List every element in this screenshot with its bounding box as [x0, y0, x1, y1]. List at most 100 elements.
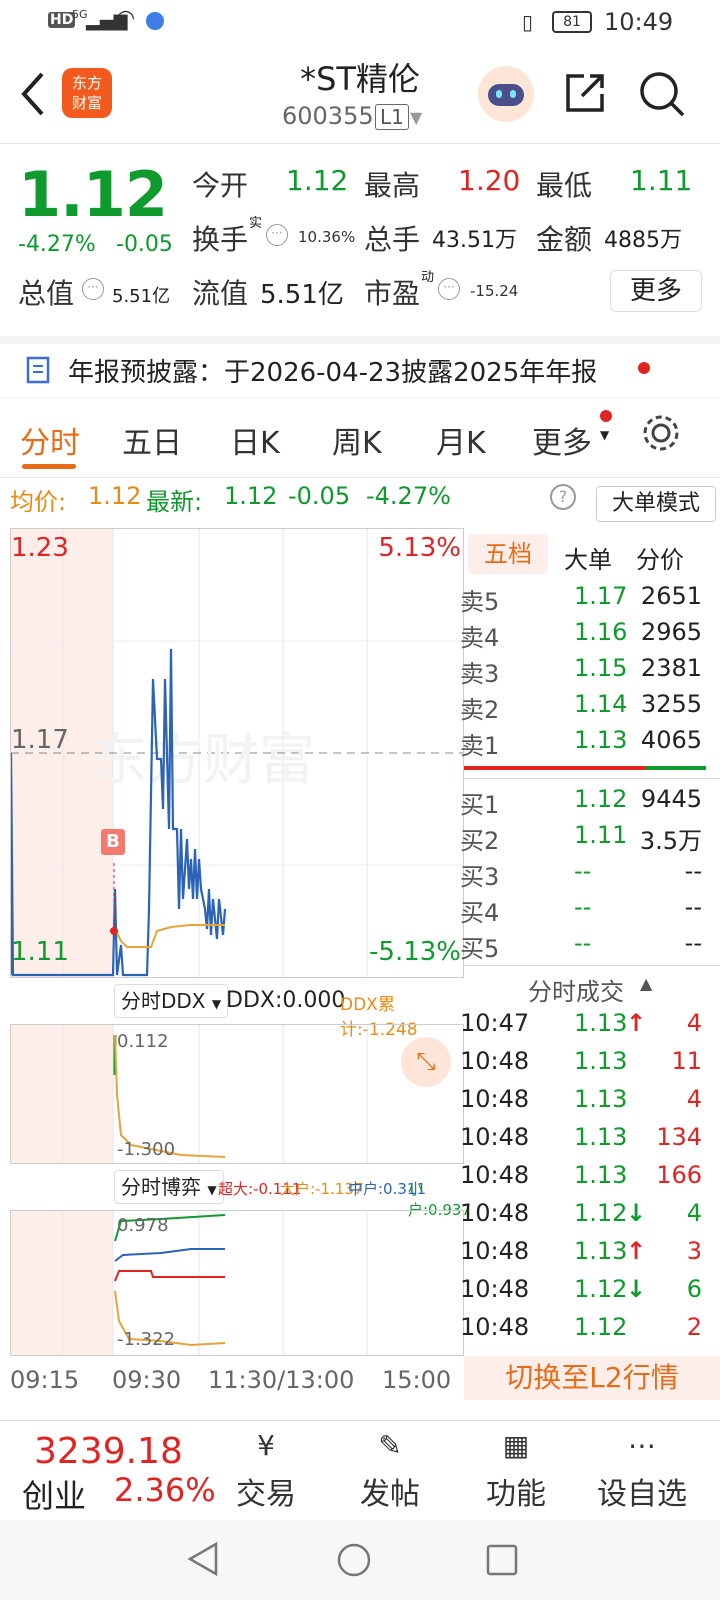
b-marker[interactable]: B	[101, 829, 125, 855]
game-header: 分时博弈 ▼ 超大:-0.111 大户:-1.137 中户:0.311 小户:0…	[10, 1168, 471, 1219]
pe-info-icon[interactable]: ···	[438, 278, 460, 300]
tab-price-dist[interactable]: 分价	[636, 540, 684, 575]
ddx-chart[interactable]: 0.112 -1.300 ⤡	[10, 1024, 464, 1164]
sell-level-row[interactable]: 卖4 1.16 2965	[460, 614, 720, 652]
mktcap-info-icon[interactable]: ···	[82, 278, 104, 300]
buy-level-row[interactable]: 买4 -- --	[460, 889, 720, 927]
tab-more-dropdown-icon[interactable]: ▼	[600, 428, 609, 442]
turnover-label: 换手	[192, 223, 249, 256]
trade-volume: 134	[656, 1123, 702, 1151]
ddx-low: -1.300	[117, 1139, 176, 1160]
tab-five-day[interactable]: 五日	[122, 418, 182, 462]
trade-price: 1.13	[574, 1123, 628, 1151]
tab-daily-k[interactable]: 日K	[230, 418, 280, 462]
trade-time: 10:48	[460, 1237, 530, 1265]
level-label: 买2	[460, 827, 500, 855]
system-nav-bar	[0, 1520, 720, 1600]
level-label: 卖3	[460, 660, 500, 688]
buy-level-row[interactable]: 买1 1.12 9445	[460, 781, 720, 819]
level-price: 1.16	[574, 618, 628, 646]
tab-more[interactable]: 更多	[532, 418, 592, 462]
back-nav-icon[interactable]	[186, 1542, 220, 1576]
big-order-mode-button[interactable]: 大单模式	[596, 486, 716, 522]
post-button[interactable]: ✎ 发帖	[340, 1429, 440, 1513]
share-icon[interactable]	[562, 70, 608, 120]
expand-icon[interactable]: ⤡	[401, 1037, 451, 1087]
chart-tabs: 分时 五日 日K 周K 月K 更多 ▼	[0, 400, 720, 478]
trade-button[interactable]: ¥ 交易	[216, 1429, 316, 1513]
sell-level-row[interactable]: 卖2 1.14 3255	[460, 686, 720, 724]
trade-volume: 4	[686, 1009, 702, 1037]
last-change: -0.05	[288, 482, 351, 510]
price-line	[11, 648, 227, 977]
sell-levels: 卖5 1.17 2651 卖4 1.16 2965 卖3 1.15 2381 卖2 1.14 3255…	[460, 578, 720, 760]
more-quote-button[interactable]: 更多	[610, 270, 702, 312]
tab-more-dot	[600, 410, 612, 422]
level-volume: 3.5万	[639, 827, 702, 855]
trade-row: 10:48 1.13 166	[460, 1157, 720, 1195]
chevron-down-icon: ▼	[207, 1183, 217, 1197]
index-pct[interactable]: 2.36%	[114, 1471, 216, 1509]
home-nav-icon[interactable]	[336, 1542, 372, 1578]
open-value: 1.12	[286, 164, 349, 197]
level-price: 1.11	[574, 821, 628, 849]
level-badge[interactable]: L1	[375, 104, 409, 130]
high-value: 1.20	[458, 164, 521, 197]
trade-row: 10:48 1.13 134	[460, 1119, 720, 1157]
tab-intraday[interactable]: 分时	[20, 418, 80, 462]
time-tick: 09:30	[112, 1366, 182, 1394]
change-amount: -0.05	[116, 232, 173, 257]
index-value[interactable]: 3239.18	[34, 1431, 183, 1472]
level-price: 1.13	[574, 726, 628, 754]
index-name[interactable]: 创业	[22, 1471, 86, 1517]
settings-icon[interactable]	[640, 412, 682, 458]
announcement-bar[interactable]: 年报预披露：于2026-04-23披露2025年年报	[0, 336, 720, 398]
trade-time: 10:48	[460, 1199, 530, 1227]
buy-level-row[interactable]: 买3 -- --	[460, 853, 720, 891]
tab-monthly-k[interactable]: 月K	[436, 418, 486, 462]
ddx-selector-label: 分时DDX	[121, 989, 206, 1013]
switch-l2-button[interactable]: 切换至L2行情	[464, 1356, 720, 1400]
tab-five-levels[interactable]: 五档	[468, 534, 548, 574]
level-dropdown-icon[interactable]: ▼	[410, 108, 422, 127]
level-volume: 9445	[640, 785, 702, 813]
buy-level-row[interactable]: 买5 -- --	[460, 925, 720, 963]
turnover-info-icon[interactable]: ···	[266, 224, 288, 246]
level-volume: 4065	[640, 726, 702, 754]
game-selector-label: 分时博弈	[121, 1175, 201, 1199]
functions-button[interactable]: ▦ 功能	[466, 1429, 566, 1513]
trade-time: 10:48	[460, 1047, 530, 1075]
buy-level-row[interactable]: 买2 1.11 3.5万	[460, 817, 720, 855]
add-watchlist-button[interactable]: ⋯ 设自选	[592, 1429, 692, 1513]
game-chart[interactable]: 0.978 -1.322	[10, 1210, 464, 1356]
amount-value: 4885万	[604, 228, 682, 253]
level-label: 卖2	[460, 696, 500, 724]
trades-list: 10:47 1.13 ↑ 4 10:48 1.13 11 10:48 1.13 4 10:48 1.1…	[460, 1005, 720, 1347]
trade-volume: 166	[656, 1161, 702, 1189]
watermark: 东方财富	[91, 728, 315, 793]
recents-nav-icon[interactable]	[486, 1544, 518, 1576]
trades-title-row[interactable]: 分时成交 ▲	[464, 965, 720, 1006]
ddx-selector[interactable]: 分时DDX ▼	[114, 984, 229, 1018]
wifi-icon: ◠	[116, 6, 136, 31]
intraday-chart[interactable]: 东方财富 B 1.23 5.13% 1.17 1.11 -5.13%	[10, 528, 464, 978]
trade-volume: 4	[686, 1085, 702, 1113]
game-selector[interactable]: 分时博弈 ▼	[114, 1170, 224, 1204]
help-icon[interactable]: ?	[550, 484, 576, 510]
axis-bottom-price: 1.11	[11, 937, 69, 967]
sell-level-row[interactable]: 卖1 1.13 4065	[460, 722, 720, 760]
functions-label: 功能	[486, 1477, 546, 1512]
axis-bottom-pct: -5.13%	[369, 937, 461, 967]
tab-big-orders[interactable]: 大单	[564, 540, 612, 575]
robot-assistant-icon[interactable]	[478, 66, 534, 122]
open-label: 今开	[192, 169, 249, 202]
high-label: 最高	[364, 169, 421, 202]
trade-time: 10:48	[460, 1085, 530, 1113]
intraday-plot: 东方财富	[11, 529, 463, 977]
sell-level-row[interactable]: 卖3 1.15 2381	[460, 650, 720, 688]
trade-price: 1.12	[574, 1275, 628, 1303]
avg-price-line	[114, 924, 225, 948]
sell-level-row[interactable]: 卖5 1.17 2651	[460, 578, 720, 616]
search-icon[interactable]	[638, 70, 686, 122]
tab-weekly-k[interactable]: 周K	[332, 418, 382, 462]
